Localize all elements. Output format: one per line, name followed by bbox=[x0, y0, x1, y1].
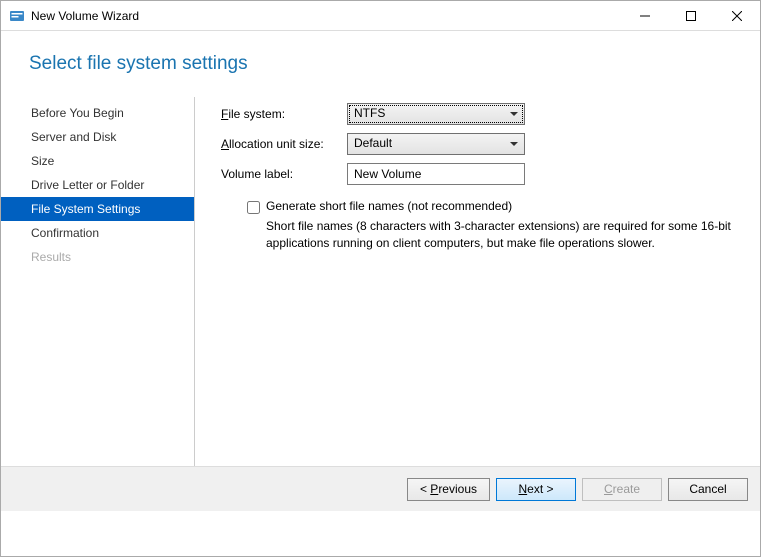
nav-before-you-begin[interactable]: Before You Begin bbox=[1, 101, 194, 125]
nav-server-and-disk[interactable]: Server and Disk bbox=[1, 125, 194, 149]
content-area: Select file system settings Before You B… bbox=[1, 31, 760, 511]
label-file-system: File system: bbox=[221, 107, 347, 121]
body: Before You Begin Server and Disk Size Dr… bbox=[1, 97, 760, 477]
titlebar: New Volume Wizard bbox=[1, 1, 760, 31]
window-controls bbox=[622, 1, 760, 31]
previous-button[interactable]: < Previous bbox=[407, 478, 490, 501]
row-volume-label: Volume label: bbox=[221, 163, 740, 185]
maximize-button[interactable] bbox=[668, 1, 714, 31]
form-panel: File system: NTFS Allocation unit size: … bbox=[195, 97, 760, 477]
nav-file-system-settings[interactable]: File System Settings bbox=[1, 197, 194, 221]
generate-short-names-checkbox[interactable] bbox=[247, 201, 260, 214]
cancel-button[interactable]: Cancel bbox=[668, 478, 748, 501]
volume-label-input[interactable] bbox=[347, 163, 525, 185]
wizard-nav: Before You Begin Server and Disk Size Dr… bbox=[1, 97, 195, 477]
row-generate-short-names: Generate short file names (not recommend… bbox=[247, 199, 740, 214]
next-button[interactable]: Next > bbox=[496, 478, 576, 501]
page-heading: Select file system settings bbox=[1, 31, 760, 97]
nav-results: Results bbox=[1, 245, 194, 269]
row-allocation: Allocation unit size: Default bbox=[221, 133, 740, 155]
create-button: Create bbox=[582, 478, 662, 501]
file-system-select[interactable]: NTFS bbox=[347, 103, 525, 125]
label-volume-label: Volume label: bbox=[221, 167, 347, 181]
close-button[interactable] bbox=[714, 1, 760, 31]
row-file-system: File system: NTFS bbox=[221, 103, 740, 125]
minimize-button[interactable] bbox=[622, 1, 668, 31]
wizard-icon bbox=[9, 8, 25, 24]
nav-size[interactable]: Size bbox=[1, 149, 194, 173]
generate-short-names-hint: Short file names (8 characters with 3-ch… bbox=[266, 218, 740, 253]
footer: < Previous Next > Create Cancel bbox=[1, 466, 760, 511]
nav-confirmation[interactable]: Confirmation bbox=[1, 221, 194, 245]
generate-short-names-label[interactable]: Generate short file names (not recommend… bbox=[266, 199, 512, 213]
window-title: New Volume Wizard bbox=[31, 9, 622, 23]
label-allocation: Allocation unit size: bbox=[221, 137, 347, 151]
allocation-select[interactable]: Default bbox=[347, 133, 525, 155]
nav-drive-letter[interactable]: Drive Letter or Folder bbox=[1, 173, 194, 197]
